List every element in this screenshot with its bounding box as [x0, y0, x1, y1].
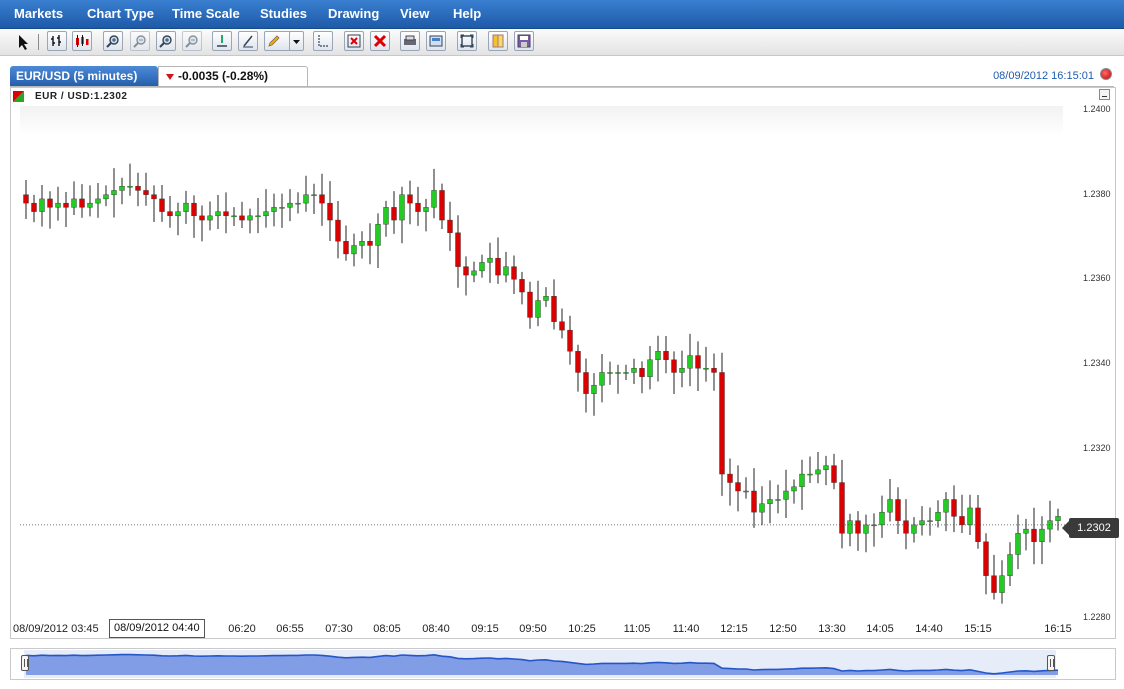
menu-markets[interactable]: Markets [14, 0, 63, 28]
bar-chart-icon[interactable] [47, 31, 67, 51]
x-tick-label: 14:05 [866, 623, 894, 635]
save-icon[interactable] [514, 31, 534, 51]
symbol-color-icon [13, 91, 24, 102]
navigator-right-handle[interactable] [1047, 655, 1055, 671]
x-tick-label: 12:15 [720, 623, 748, 635]
tab-eurusd[interactable]: EUR/USD (5 minutes) [10, 66, 158, 86]
load-icon[interactable] [488, 31, 508, 51]
menu-view[interactable]: View [400, 0, 429, 28]
x-tick-label: 06:55 [276, 623, 304, 635]
toolbar-separator [38, 34, 39, 50]
zoom-out-icon[interactable] [130, 31, 150, 51]
down-arrow-icon [166, 73, 174, 80]
y-tick-label: 1.2380 [1083, 188, 1111, 199]
plot-area[interactable] [20, 106, 1063, 616]
menu-help[interactable]: Help [453, 0, 481, 28]
menu-studies[interactable]: Studies [260, 0, 307, 28]
menu-time-scale[interactable]: Time Scale [172, 0, 240, 28]
navigator-left-handle[interactable] [21, 655, 29, 671]
x-tick-label: 09:15 [471, 623, 499, 635]
menu-drawing[interactable]: Drawing [328, 0, 379, 28]
x-tick-label: 12:50 [769, 623, 797, 635]
x-tick-label: 11:05 [623, 623, 651, 635]
cursor-line-icon[interactable] [212, 31, 232, 51]
x-tick-label: 08:05 [373, 623, 401, 635]
x-tick-first: 08/09/2012 03:45 [13, 623, 99, 635]
screenshot-icon[interactable] [426, 31, 446, 51]
x-tick-label: 10:25 [568, 623, 596, 635]
x-tick-label: 15:15 [964, 623, 992, 635]
delete-drawing-icon[interactable] [344, 31, 364, 51]
timestamp: 08/09/2012 16:15:01 [993, 70, 1094, 82]
current-price-label: 1.2302 [1062, 518, 1119, 538]
x-tick-label: 16:15 [1044, 623, 1072, 635]
print-icon[interactable] [400, 31, 420, 51]
pointer-icon[interactable] [16, 33, 30, 51]
delete-all-icon[interactable] [370, 31, 390, 51]
y-tick-label: 1.2320 [1083, 442, 1111, 453]
pencil-icon[interactable] [264, 31, 292, 51]
zoom-in-icon[interactable] [103, 31, 123, 51]
fullscreen-icon[interactable] [457, 31, 477, 51]
x-tick-label: 06:20 [228, 623, 256, 635]
x-tick-label: 07:30 [325, 623, 353, 635]
record-icon[interactable] [1100, 68, 1112, 80]
menu-chart-type[interactable]: Chart Type [87, 0, 154, 28]
y-tick-label: 1.2280 [1083, 612, 1111, 622]
x-tick-label: 11:40 [672, 623, 700, 635]
minimize-panel-button[interactable] [1099, 89, 1110, 100]
zoom-out-alt-icon[interactable] [182, 31, 202, 51]
y-tick-label: 1.2360 [1083, 273, 1111, 284]
y-tick-label: 1.2400 [1083, 104, 1111, 114]
y-tick-label: 1.2340 [1083, 358, 1111, 368]
x-tick-label: 13:30 [818, 623, 846, 635]
x-tick-label: 08:40 [422, 623, 450, 635]
symbol-label: EUR / USD:1.2302 [35, 91, 128, 102]
trend-line-icon[interactable] [238, 31, 258, 51]
x-tick-label: 09:50 [519, 623, 547, 635]
price-change-value: -0.0035 (-0.28%) [178, 69, 269, 83]
price-change: -0.0035 (-0.28%) [166, 67, 268, 85]
measure-icon[interactable] [313, 31, 333, 51]
toolbar [0, 29, 1124, 56]
x-tick-label: 14:40 [915, 623, 943, 635]
navigator-window[interactable] [24, 650, 1056, 678]
zoom-in-alt-icon[interactable] [156, 31, 176, 51]
menu-bar: Markets Chart Type Time Scale Studies Dr… [0, 0, 1124, 29]
x-hover-label: 08/09/2012 04:40 [109, 619, 205, 638]
dropdown-arrow-icon[interactable] [289, 31, 304, 51]
candlestick-icon[interactable] [72, 31, 92, 51]
